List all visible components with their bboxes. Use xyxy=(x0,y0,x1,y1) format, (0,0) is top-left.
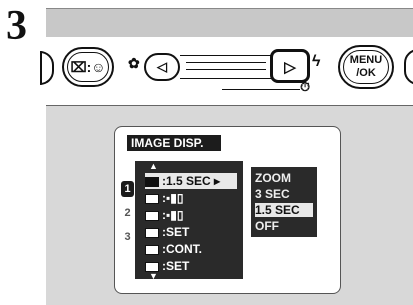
self-timer-icon: ⏱ xyxy=(300,79,311,94)
iso-icon xyxy=(145,210,159,221)
menu-row-image-disp[interactable]: :1.5 SEC ▸ xyxy=(145,173,237,189)
macro-icon: ✿ xyxy=(128,55,140,71)
camera-button-panel: ⌧:☺ ✿ ◁ ▷ ϟ ⏱ MENU /OK xyxy=(40,37,413,106)
settings-menu: ▲ :1.5 SEC ▸ :▪▮▯ :▪▮▯ :SET :CONT. :SET … xyxy=(135,161,243,281)
scroll-down-icon: ▼ xyxy=(149,271,158,281)
menu-title: IMAGE DISP. xyxy=(127,135,221,151)
submenu-option[interactable]: 3 SEC xyxy=(255,187,313,201)
menu-row-frame-no[interactable]: :CONT. xyxy=(145,241,237,257)
lcd-screen: IMAGE DISP. 1 2 3 ▲ :1.5 SEC ▸ :▪▮▯ :▪▮▯… xyxy=(114,126,341,294)
menu-row-quality[interactable]: :▪▮▯ xyxy=(145,190,237,206)
menu-row-iso[interactable]: :▪▮▯ xyxy=(145,207,237,223)
menu-row-value: :SET xyxy=(162,259,190,273)
scroll-up-icon: ▲ xyxy=(149,161,158,171)
quality-icon xyxy=(145,193,159,204)
menu-ok-button[interactable]: MENU /OK xyxy=(338,45,394,89)
page-indicator-2: 2 xyxy=(124,207,131,219)
submenu-option-selected[interactable]: 1.5 SEC xyxy=(255,203,313,217)
sound-icon xyxy=(145,227,159,238)
partial-left-button[interactable] xyxy=(40,51,54,85)
ok-label: /OK xyxy=(356,67,376,79)
right-arrow-icon: ▷ xyxy=(284,59,296,76)
menu-row-sound[interactable]: :SET xyxy=(145,224,237,240)
step-number: 3 xyxy=(6,3,27,49)
submenu: ZOOM 3 SEC 1.5 SEC OFF xyxy=(251,167,317,237)
menu-row-value: :▪▮▯ xyxy=(162,191,184,205)
trash-face-button-inner: ⌧:☺ xyxy=(67,52,109,82)
timer-underline xyxy=(222,89,300,90)
menu-label: MENU xyxy=(349,54,383,66)
image-disp-icon xyxy=(145,176,159,187)
selector-track xyxy=(180,55,272,79)
menu-row-value: :1.5 SEC ▸ xyxy=(162,174,221,188)
frame-no-icon xyxy=(145,244,159,255)
menu-row-brightness[interactable]: :SET xyxy=(145,258,237,274)
right-arrow-button[interactable]: ▷ xyxy=(270,49,310,83)
menu-row-value: :CONT. xyxy=(162,242,202,256)
trash-face-button[interactable]: ⌧:☺ xyxy=(62,47,114,87)
left-arrow-icon: ◁ xyxy=(157,59,167,74)
partial-right-button[interactable] xyxy=(404,49,413,85)
menu-ok-button-inner: MENU /OK xyxy=(343,50,389,84)
menu-row-value: :▪▮▯ xyxy=(162,208,184,222)
page-indicator-3: 3 xyxy=(124,231,131,243)
left-arrow-button[interactable]: ◁ xyxy=(144,53,180,81)
submenu-option[interactable]: ZOOM xyxy=(255,171,313,185)
page-indicator-1: 1 xyxy=(121,181,134,197)
flash-icon: ϟ xyxy=(312,53,321,70)
submenu-option[interactable]: OFF xyxy=(255,219,313,233)
trash-face-icon: ⌧:☺ xyxy=(70,59,106,75)
menu-row-value: :SET xyxy=(162,225,190,239)
camera-top-strip xyxy=(46,8,413,38)
